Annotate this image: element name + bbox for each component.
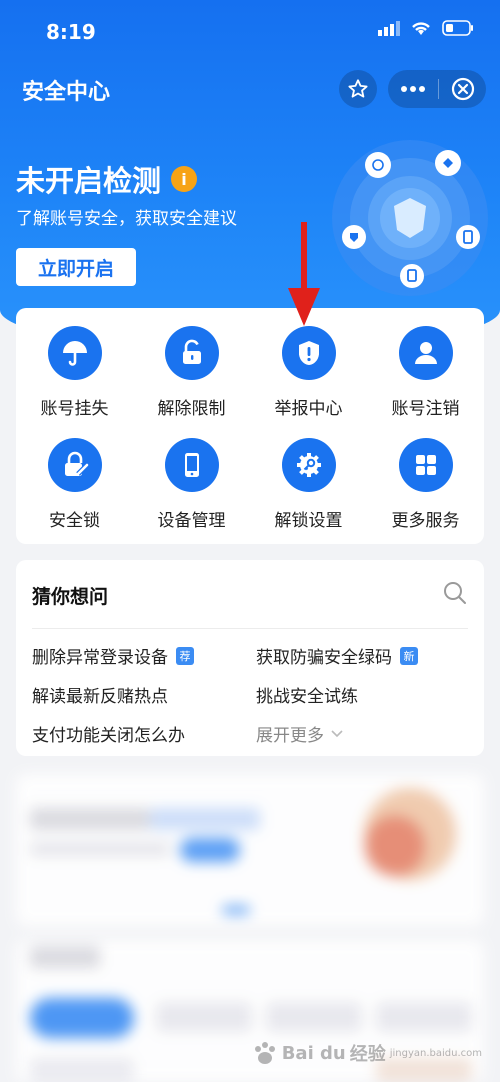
service-label: 更多服务 (391, 511, 460, 531)
service-report-loss[interactable]: 账号挂失 (16, 326, 133, 424)
faq-item[interactable]: 获取防骗安全绿码 新 (256, 636, 468, 675)
faq-card: 猜你想问 删除异常登录设备 荐 获取防骗安全绿码 新 解读最新反赌热点 挑战安全… (16, 560, 484, 756)
service-account-cancel[interactable]: 账号注销 (367, 326, 484, 424)
service-report-center[interactable]: 举报中心 (250, 326, 367, 424)
faq-new-tag: 新 (400, 646, 418, 665)
faq-item[interactable]: 挑战安全试练 (256, 675, 468, 714)
detection-status: 未开启检测 i (16, 158, 198, 200)
unlock-icon (164, 326, 219, 380)
faq-item-text: 挑战安全试练 (256, 687, 358, 707)
detection-subtitle: 了解账号安全，获取安全建议 (16, 209, 237, 229)
service-unlock-settings[interactable]: 解锁设置 (250, 438, 367, 536)
phone-icon (164, 438, 219, 492)
battery-icon (442, 20, 473, 36)
status-icons (378, 20, 474, 36)
faq-item[interactable]: 支付功能关闭怎么办 (32, 714, 256, 753)
service-security-lock[interactable]: 安全锁 (16, 438, 133, 536)
gear-key-icon (281, 438, 336, 492)
expand-more-link[interactable]: 展开更多 (256, 714, 468, 753)
faq-item-text: 删除异常登录设备 (32, 648, 168, 668)
service-label: 账号挂失 (40, 399, 109, 419)
faq-item-text: 解读最新反赌热点 (32, 687, 168, 707)
enable-detection-button[interactable]: 立即开启 (16, 248, 136, 286)
expand-more-text: 展开更多 (256, 726, 324, 746)
watermark-sub: 经验 (349, 1044, 386, 1065)
faq-search-button[interactable] (442, 580, 468, 610)
grid-icon (398, 438, 453, 492)
service-label: 设备管理 (157, 511, 226, 531)
service-more[interactable]: 更多服务 (367, 438, 484, 536)
info-icon[interactable]: i (171, 166, 198, 192)
close-button[interactable] (439, 70, 486, 108)
shield-alert-icon (281, 326, 336, 380)
status-bar: 8:19 (0, 0, 500, 64)
services-grid: 账号挂失 解除限制 举报中心 账号注销 安全锁 设备管理 解锁设置 更多服务 (16, 308, 484, 536)
detection-status-text: 未开启检测 (16, 164, 162, 198)
service-label: 安全锁 (49, 511, 100, 531)
page-title: 安全中心 (22, 80, 111, 105)
favorite-button[interactable] (339, 70, 377, 108)
service-label: 账号注销 (391, 399, 460, 419)
faq-list: 删除异常登录设备 荐 获取防骗安全绿码 新 解读最新反赌热点 挑战安全试练 支付… (32, 636, 468, 753)
more-button[interactable] (388, 70, 438, 108)
paw-logo-icon (254, 1042, 275, 1064)
blurred-content-area (16, 774, 484, 1082)
service-device-manage[interactable]: 设备管理 (133, 438, 250, 536)
baidu-jingyan-watermark: Bai du 经验 jingyan.baidu.com (252, 1040, 482, 1066)
more-dots-icon (401, 86, 425, 92)
service-unrestrict[interactable]: 解除限制 (133, 326, 250, 424)
lock-edit-icon (47, 438, 102, 492)
faq-divider (32, 628, 468, 629)
chevron-down-icon (331, 729, 343, 737)
signal-icon (378, 21, 400, 36)
close-circle-icon (451, 77, 474, 101)
services-card: 账号挂失 解除限制 举报中心 账号注销 安全锁 设备管理 解锁设置 更多服务 (16, 308, 484, 544)
faq-item[interactable]: 解读最新反赌热点 (32, 675, 256, 714)
faq-item[interactable]: 删除异常登录设备 荐 (32, 636, 256, 675)
umbrella-icon (47, 326, 102, 380)
security-radar-illustration (332, 140, 488, 296)
service-label: 解锁设置 (274, 511, 343, 531)
search-icon (444, 582, 466, 604)
faq-item-text: 支付功能关闭怎么办 (32, 726, 185, 746)
watermark-brand: Bai du (281, 1042, 346, 1064)
user-icon (398, 326, 453, 380)
faq-item-text: 获取防骗安全绿码 (256, 648, 392, 668)
faq-recommend-tag: 荐 (176, 646, 194, 665)
faq-title: 猜你想问 (32, 586, 109, 608)
wifi-icon (412, 22, 430, 35)
service-label: 解除限制 (157, 399, 226, 419)
watermark-url: jingyan.baidu.com (389, 1047, 482, 1059)
status-time: 8:19 (46, 20, 96, 44)
star-icon (348, 79, 368, 98)
mini-program-capsule (388, 70, 486, 108)
service-label: 举报中心 (274, 399, 343, 419)
annotation-arrow (288, 222, 320, 326)
